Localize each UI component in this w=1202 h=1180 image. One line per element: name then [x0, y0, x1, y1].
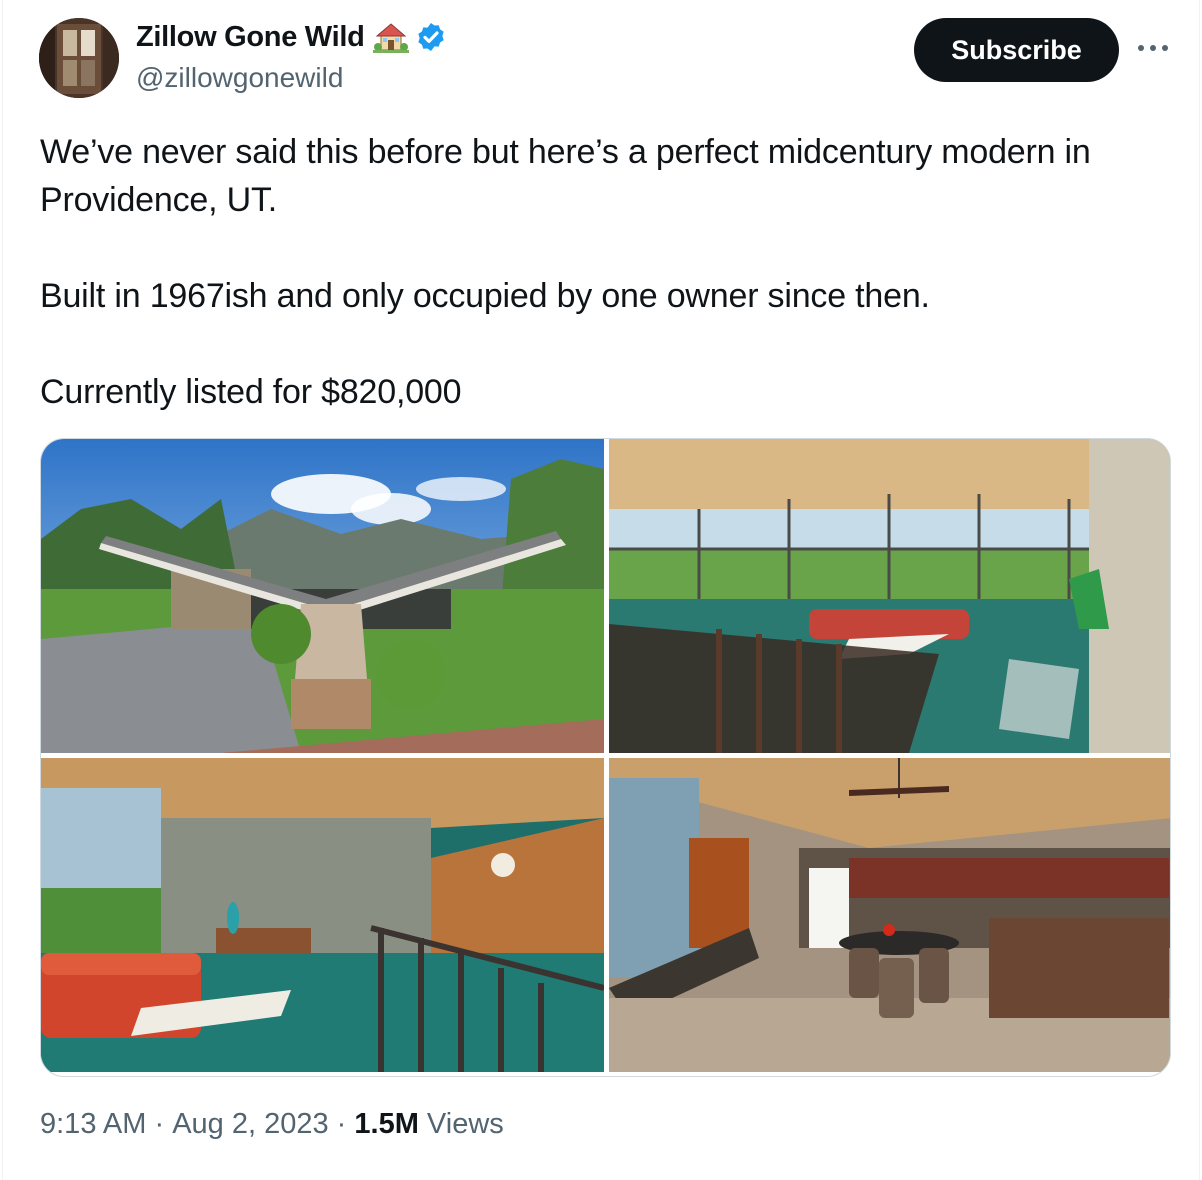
tweet-paragraph: Built in 1967ish and only occupied by on…: [40, 277, 930, 315]
house-with-garden-emoji: [372, 23, 409, 53]
tweet-date[interactable]: Aug 2, 2023: [172, 1108, 328, 1141]
living-room-glass-walls-photo[interactable]: [609, 439, 1170, 753]
meta-separator: ·: [146, 1108, 173, 1140]
tweet-text: We’ve never said this before but here’s …: [40, 128, 1170, 416]
media-grid: [40, 438, 1171, 1077]
author-name-row[interactable]: Zillow Gone Wild: [136, 20, 447, 54]
more-dots-icon[interactable]: [1135, 38, 1171, 58]
subscribe-button[interactable]: Subscribe: [914, 18, 1119, 82]
tweet-paragraph: Currently listed for $820,000: [40, 373, 462, 411]
tweet-card: Zillow Gone Wild @zillowgonewild Subscri…: [2, 0, 1200, 1180]
views-label: Views: [418, 1108, 504, 1140]
views-count: 1.5M: [354, 1108, 419, 1140]
tweet-paragraph: We’ve never said this before but here’s …: [40, 133, 1091, 219]
meta-separator: ·: [328, 1108, 355, 1140]
kitchen-dining-photo[interactable]: [609, 758, 1170, 1072]
verified-badge-icon[interactable]: [415, 21, 447, 53]
avatar[interactable]: [39, 18, 119, 98]
avatar-image: [39, 18, 119, 98]
exterior-butterfly-roof-photo[interactable]: [41, 439, 604, 753]
author-display-name[interactable]: Zillow Gone Wild: [136, 21, 365, 54]
tweet-time[interactable]: 9:13 AM: [40, 1108, 146, 1141]
living-room-orange-sofa-photo[interactable]: [41, 758, 604, 1072]
tweet-meta: 9:13 AM · Aug 2, 2023 · 1.5M Views: [40, 1108, 504, 1141]
author-handle[interactable]: @zillowgonewild: [136, 62, 343, 94]
